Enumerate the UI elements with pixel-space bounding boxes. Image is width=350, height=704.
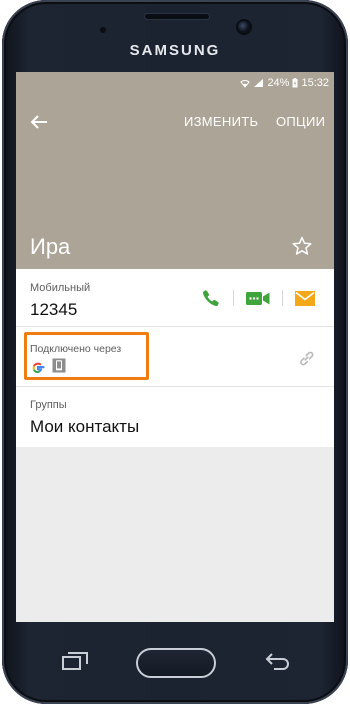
google-icon xyxy=(32,362,45,373)
home-button[interactable] xyxy=(136,648,216,678)
back-key-icon[interactable] xyxy=(264,652,290,670)
action-separator xyxy=(233,290,234,306)
contact-header: ИЗМЕНИТЬ ОПЦИИ Ира xyxy=(16,94,334,269)
phone-type-label: Мобильный xyxy=(30,282,91,294)
connected-via-label: Подключено через xyxy=(30,343,122,355)
edit-button[interactable]: ИЗМЕНИТЬ xyxy=(184,114,258,129)
section-divider xyxy=(16,326,334,327)
groups-value[interactable]: Мои контакты xyxy=(30,417,139,437)
recent-apps-icon[interactable] xyxy=(62,652,88,670)
status-bar: 24% 15:32 xyxy=(16,72,334,94)
status-time: 15:32 xyxy=(301,77,329,89)
section-divider xyxy=(16,386,334,387)
back-arrow-icon[interactable] xyxy=(28,111,50,133)
front-camera xyxy=(238,21,250,33)
phone-number[interactable]: 12345 xyxy=(30,300,77,320)
contact-details: Мобильный 12345 Подключено через Группы … xyxy=(16,269,334,447)
groups-label: Группы xyxy=(30,399,67,411)
earpiece-speaker xyxy=(145,14,209,19)
device-icon xyxy=(52,358,66,373)
battery-percent: 24% xyxy=(267,77,290,89)
action-separator xyxy=(282,290,283,306)
battery-charging-icon xyxy=(292,78,298,88)
options-button[interactable]: ОПЦИИ xyxy=(276,114,325,129)
phone-icon[interactable] xyxy=(202,289,220,307)
contact-name: Ира xyxy=(30,234,71,259)
star-icon[interactable] xyxy=(292,236,312,256)
wifi-icon xyxy=(240,80,251,88)
message-icon[interactable] xyxy=(295,291,315,306)
proximity-sensor xyxy=(100,27,106,33)
brand-logo: SAMSUNG xyxy=(129,42,221,59)
video-call-icon[interactable] xyxy=(246,291,270,306)
link-icon[interactable] xyxy=(298,350,315,367)
signal-icon xyxy=(254,79,264,87)
screen: 24% 15:32 ИЗМЕНИТЬ ОПЦИИ Ира Мобильный 1… xyxy=(16,72,334,622)
